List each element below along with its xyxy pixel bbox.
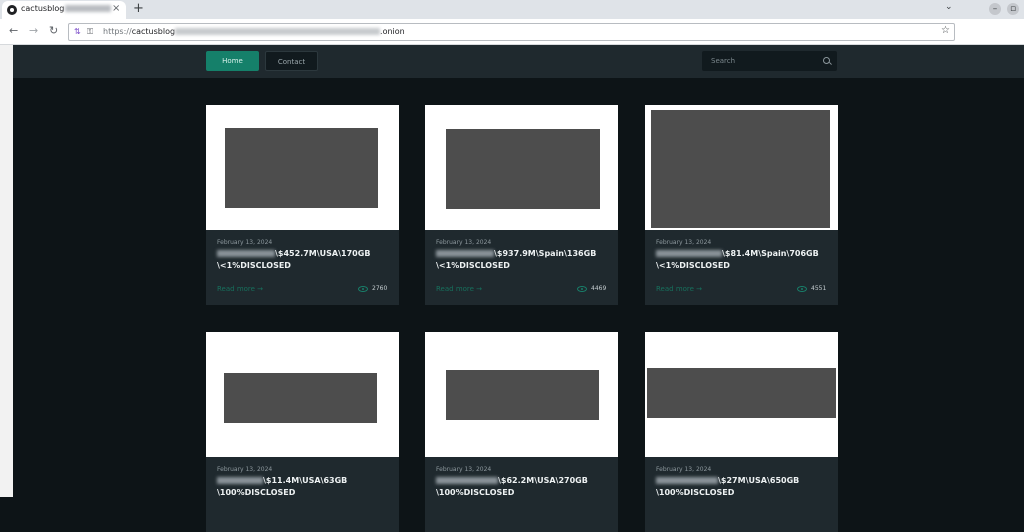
tab-close-icon[interactable]: ×: [112, 3, 120, 15]
post-card-body: February 13, 2024 \$937.9M\Spain\136GB \<…: [425, 230, 618, 305]
post-thumbnail[interactable]: [645, 105, 838, 230]
view-count: 4551: [811, 285, 827, 292]
site-navbar: Home Contact Search: [13, 45, 1024, 78]
search-input[interactable]: Search: [702, 51, 837, 71]
thumbnail-redacted-block: [224, 373, 377, 423]
eye-icon: [797, 286, 807, 292]
title-redacted: [217, 250, 275, 257]
view-count: 2760: [372, 285, 388, 292]
title-redacted: [217, 477, 263, 484]
tab-title: cactusblog: [21, 4, 112, 13]
tab-title-redacted: [65, 5, 112, 12]
post-thumbnail[interactable]: [206, 105, 399, 230]
read-more-link[interactable]: Read more →: [217, 285, 263, 293]
post-card-body: February 13, 2024 \$452.7M\USA\170GB \<1%…: [206, 230, 399, 305]
post-card[interactable]: February 13, 2024 \$937.9M\Spain\136GB \<…: [425, 105, 618, 305]
post-card[interactable]: February 13, 2024 \$452.7M\USA\170GB \<1%…: [206, 105, 399, 305]
title-redacted: [436, 250, 494, 257]
post-title[interactable]: \$937.9M\Spain\136GB \<1%DISCLOSED: [436, 248, 611, 272]
tab-list-dropdown-icon[interactable]: ⌄: [945, 2, 953, 12]
bookmark-star-icon[interactable]: ☆: [941, 25, 950, 36]
tor-circuit-icon[interactable]: ⇅: [74, 27, 81, 36]
post-thumbnail[interactable]: [206, 332, 399, 457]
post-title[interactable]: \$11.4M\USA\63GB \100%DISCLOSED: [217, 475, 392, 499]
browser-tab-bar: cactusblog × + ⌄ – ▫: [0, 0, 1024, 19]
post-title[interactable]: \$81.4M\Spain\706GB \<1%DISCLOSED: [656, 248, 831, 272]
browser-toolbar: ← → ↻ ⇅ ⚿ https://cactusblog .onion: [0, 19, 1024, 45]
post-thumbnail[interactable]: [425, 105, 618, 230]
read-more-link[interactable]: Read more →: [436, 285, 482, 293]
search-icon[interactable]: [823, 57, 830, 64]
new-tab-button[interactable]: +: [133, 1, 144, 16]
post-card-body: February 13, 2024 \$11.4M\USA\63GB \100%D…: [206, 457, 399, 532]
post-title[interactable]: \$27M\USA\650GB \100%DISCLOSED: [656, 475, 831, 499]
reload-icon[interactable]: ↻: [49, 24, 58, 38]
post-date: February 13, 2024: [656, 466, 712, 473]
thumbnail-redacted-block: [647, 368, 836, 418]
eye-icon: [358, 286, 368, 292]
post-date: February 13, 2024: [436, 466, 492, 473]
title-redacted: [656, 477, 718, 484]
left-gutter: [0, 45, 13, 497]
thumbnail-redacted-block: [651, 110, 830, 228]
post-card[interactable]: February 13, 2024 \$27M\USA\650GB \100%DI…: [645, 332, 838, 532]
post-date: February 13, 2024: [217, 239, 273, 246]
title-redacted: [656, 250, 722, 257]
back-arrow-icon[interactable]: ←: [9, 24, 18, 38]
post-date: February 13, 2024: [217, 466, 273, 473]
title-redacted: [436, 477, 498, 484]
post-thumbnail[interactable]: [425, 332, 618, 457]
restore-button[interactable]: ▫: [1007, 3, 1019, 15]
post-card-body: February 13, 2024 \$81.4M\Spain\706GB \<1…: [645, 230, 838, 305]
post-card[interactable]: February 13, 2024 \$11.4M\USA\63GB \100%D…: [206, 332, 399, 532]
site-info-icon[interactable]: ⚿: [87, 27, 93, 37]
thumbnail-redacted-block: [225, 128, 378, 208]
post-card-body: February 13, 2024 \$62.2M\USA\270GB \100%…: [425, 457, 618, 532]
nav-contact-button[interactable]: Contact: [265, 51, 318, 71]
browser-tab[interactable]: cactusblog ×: [2, 1, 126, 19]
thumbnail-redacted-block: [446, 370, 599, 420]
address-bar[interactable]: ⇅ ⚿ https://cactusblog .onion: [68, 23, 955, 41]
read-more-link[interactable]: Read more →: [656, 285, 702, 293]
search-placeholder: Search: [711, 57, 736, 65]
eye-icon: [577, 286, 587, 292]
minimize-button[interactable]: –: [989, 3, 1001, 15]
page-content: Home Contact Search February 13, 2024 \$…: [0, 45, 1024, 532]
nav-home-button[interactable]: Home: [206, 51, 259, 71]
post-card[interactable]: February 13, 2024 \$81.4M\Spain\706GB \<1…: [645, 105, 838, 305]
forward-arrow-icon[interactable]: →: [29, 24, 38, 38]
post-date: February 13, 2024: [436, 239, 492, 246]
post-title[interactable]: \$452.7M\USA\170GB \<1%DISCLOSED: [217, 248, 392, 272]
view-count: 4469: [591, 285, 607, 292]
site-favicon-icon: [7, 5, 17, 15]
thumbnail-redacted-block: [446, 129, 600, 209]
post-title[interactable]: \$62.2M\USA\270GB \100%DISCLOSED: [436, 475, 611, 499]
post-thumbnail[interactable]: [645, 332, 838, 457]
post-card-body: February 13, 2024 \$27M\USA\650GB \100%DI…: [645, 457, 838, 532]
url-text[interactable]: https://cactusblog .onion: [103, 27, 405, 36]
post-card[interactable]: February 13, 2024 \$62.2M\USA\270GB \100%…: [425, 332, 618, 532]
post-date: February 13, 2024: [656, 239, 712, 246]
url-redacted: [175, 28, 381, 35]
